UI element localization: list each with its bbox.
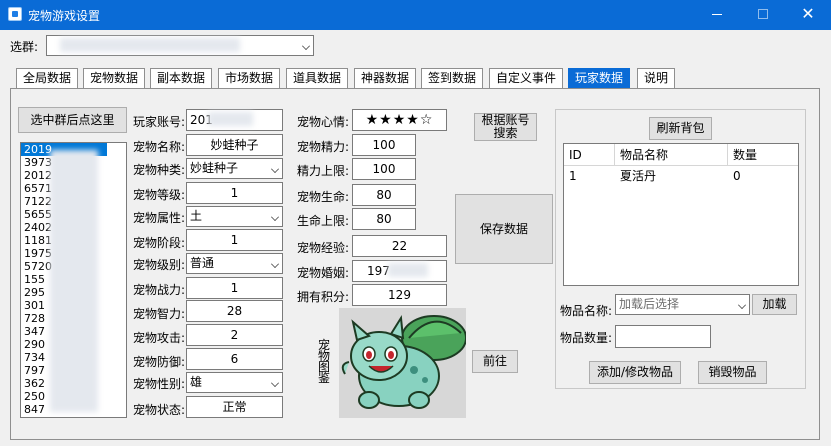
redacted-marriage xyxy=(388,263,428,277)
marriage-label: 宠物婚姻: xyxy=(297,266,350,280)
pet-image-label: 宠物图鉴 xyxy=(318,338,331,385)
pet-species-value: 妙蛙种子 xyxy=(190,161,239,175)
tab-help[interactable]: 说明 xyxy=(637,68,676,89)
pet-gender-label: 宠物性别: xyxy=(133,377,186,391)
save-data-button[interactable]: 保存数据 xyxy=(455,194,553,264)
load-button[interactable]: 加载 xyxy=(752,294,797,315)
mood-rating[interactable]: ★★★★☆ xyxy=(352,109,447,131)
energy-field[interactable]: 100 xyxy=(352,134,416,156)
chevron-down-icon xyxy=(271,379,279,387)
add-modify-item-button[interactable]: 添加/修改物品 xyxy=(589,361,681,384)
app-icon xyxy=(8,7,22,21)
pet-image-svg xyxy=(341,314,466,409)
hp-max-field[interactable]: 80 xyxy=(352,208,416,230)
pet-level-field[interactable]: 1 xyxy=(186,182,283,204)
select-group-button[interactable]: 选中群后点这里 xyxy=(18,107,127,133)
bag-row-qty[interactable]: 0 xyxy=(728,167,798,185)
pet-attr-label: 宠物属性: xyxy=(133,211,186,225)
pet-gender-value: 雄 xyxy=(190,375,203,389)
points-field[interactable]: 129 xyxy=(352,284,447,306)
pet-stage-field[interactable]: 1 xyxy=(186,229,283,251)
tab-checkin-data[interactable]: 签到数据 xyxy=(421,68,484,89)
tab-market-data[interactable]: 市场数据 xyxy=(218,68,281,89)
chevron-down-icon xyxy=(271,213,279,221)
chevron-down-icon xyxy=(271,260,279,268)
pet-def-field[interactable]: 6 xyxy=(186,348,283,370)
pet-int-field[interactable]: 28 xyxy=(186,300,283,322)
tab-player-data[interactable]: 玩家数据 xyxy=(568,68,631,89)
bag-col-id[interactable]: ID xyxy=(564,144,615,166)
energy-max-label: 精力上限: xyxy=(297,164,350,178)
redacted-group-name xyxy=(60,38,240,52)
group-select-label: 选群: xyxy=(10,40,39,54)
tab-custom-events[interactable]: 自定义事件 xyxy=(489,68,564,89)
hp-field[interactable]: 80 xyxy=(352,184,416,206)
redacted-account xyxy=(208,112,253,126)
pet-status-field[interactable]: 正常 xyxy=(186,396,283,418)
bag-table[interactable]: ID 物品名称 数量 1 夏活丹 0 xyxy=(563,143,799,286)
item-qty-label: 物品数量: xyxy=(560,331,613,345)
pet-atk-field[interactable]: 2 xyxy=(186,324,283,346)
redacted-player-ids xyxy=(50,150,98,412)
pet-power-field[interactable]: 1 xyxy=(186,277,283,299)
exp-label: 宠物经验: xyxy=(297,241,350,255)
pet-image xyxy=(339,308,466,418)
bag-col-name[interactable]: 物品名称 xyxy=(615,144,728,166)
minimize-icon xyxy=(712,14,722,15)
title-bar: 宠物游戏设置 ✕ xyxy=(0,0,831,30)
chevron-down-icon xyxy=(302,42,310,50)
bag-col-qty[interactable]: 数量 xyxy=(728,144,798,166)
account-label: 玩家账号: xyxy=(133,115,186,129)
tab-global-data[interactable]: 全局数据 xyxy=(16,68,79,89)
maximize-button[interactable] xyxy=(740,0,786,30)
item-name-select[interactable]: 加载后选择 xyxy=(615,294,750,315)
pet-name-label: 宠物名称: xyxy=(133,140,186,154)
energy-max-field[interactable]: 100 xyxy=(352,158,416,180)
exp-field[interactable]: 22 xyxy=(352,235,447,257)
pet-status-label: 宠物状态: xyxy=(133,403,186,417)
item-name-label: 物品名称: xyxy=(560,304,613,318)
close-button[interactable]: ✕ xyxy=(785,0,831,30)
destroy-item-button[interactable]: 销毁物品 xyxy=(698,361,767,384)
pet-level-label: 宠物等级: xyxy=(133,188,186,202)
pet-species-select[interactable]: 妙蛙种子 xyxy=(186,158,283,179)
window-title: 宠物游戏设置 xyxy=(28,9,101,23)
pet-stage-label: 宠物阶段: xyxy=(133,236,186,250)
refresh-bag-button[interactable]: 刷新背包 xyxy=(649,117,712,140)
minimize-button[interactable] xyxy=(694,0,740,30)
tab-artifact-data[interactable]: 神器数据 xyxy=(354,68,417,89)
tab-pet-data[interactable]: 宠物数据 xyxy=(83,68,146,89)
search-by-account-button[interactable]: 根据账号搜索 xyxy=(474,113,537,141)
pet-name-field[interactable]: 妙蛙种子 xyxy=(186,134,283,156)
item-qty-field[interactable] xyxy=(615,325,711,348)
pet-power-label: 宠物战力: xyxy=(133,283,186,297)
pet-grade-select[interactable]: 普通 xyxy=(186,253,283,274)
hp-label: 宠物生命: xyxy=(297,190,350,204)
pet-def-label: 宠物防御: xyxy=(133,355,186,369)
search-by-account-label: 根据账号搜索 xyxy=(481,113,530,140)
tab-item-data[interactable]: 道具数据 xyxy=(286,68,349,89)
pet-species-label: 宠物种类: xyxy=(133,163,186,177)
hp-max-label: 生命上限: xyxy=(297,214,350,228)
pet-grade-label: 宠物级别: xyxy=(133,258,186,272)
item-name-placeholder: 加载后选择 xyxy=(619,297,680,311)
chevron-down-icon xyxy=(738,301,746,309)
chevron-down-icon xyxy=(271,165,279,173)
tab-dungeon-data[interactable]: 副本数据 xyxy=(150,68,213,89)
mood-label: 宠物心情: xyxy=(297,115,350,129)
pet-attr-select[interactable]: 土 xyxy=(186,206,283,227)
pet-grade-value: 普通 xyxy=(190,256,215,270)
maximize-icon xyxy=(758,9,768,19)
pet-attr-value: 土 xyxy=(190,209,203,223)
bag-row-id[interactable]: 1 xyxy=(564,167,615,185)
pet-int-label: 宠物智力: xyxy=(133,307,186,321)
energy-label: 宠物精力: xyxy=(297,140,350,154)
pet-atk-label: 宠物攻击: xyxy=(133,331,186,345)
bag-row-name[interactable]: 夏活丹 xyxy=(615,167,728,185)
goto-button[interactable]: 前往 xyxy=(472,350,518,373)
points-label: 拥有积分: xyxy=(297,290,350,304)
pet-gender-select[interactable]: 雄 xyxy=(186,372,283,393)
